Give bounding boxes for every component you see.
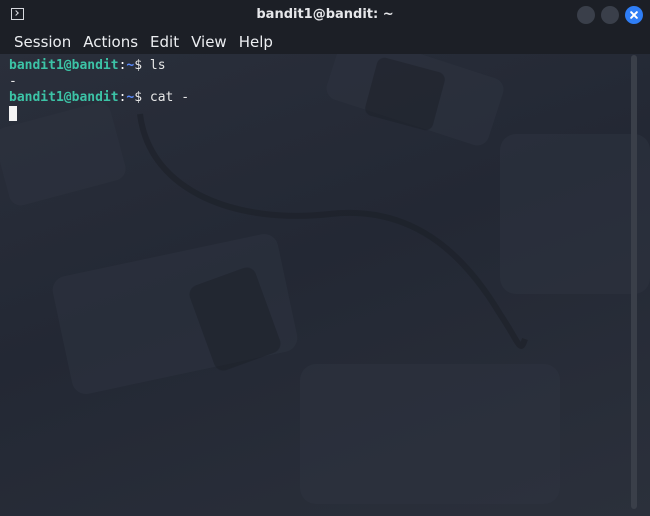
menu-actions[interactable]: Actions	[77, 30, 144, 54]
title-bar[interactable]: bandit1@bandit: ~	[0, 0, 650, 30]
window-title: bandit1@bandit: ~	[256, 7, 394, 22]
minimize-button[interactable]	[577, 6, 595, 24]
maximize-button[interactable]	[601, 6, 619, 24]
terminal-line	[9, 106, 189, 123]
command-text: cat -	[142, 90, 190, 105]
close-button[interactable]	[625, 6, 643, 24]
terminal-line: -	[9, 74, 17, 89]
terminal-area[interactable]: bandit1@bandit:~$ ls - bandit1@bandit:~$ c…	[0, 54, 650, 516]
terminal-line: bandit1@bandit:~$ ls	[9, 58, 189, 74]
prompt-user: bandit1@bandit	[9, 90, 119, 105]
prompt-symbol: $	[134, 58, 143, 73]
menu-bar: Session Actions Edit View Help	[0, 30, 650, 54]
terminal-window: bandit1@bandit: ~ Session Actions Edit V…	[0, 0, 650, 516]
menu-edit[interactable]: Edit	[144, 30, 185, 54]
prompt-user: bandit1@bandit	[9, 58, 119, 73]
menu-view[interactable]: View	[185, 30, 233, 54]
menu-session[interactable]: Session	[8, 30, 77, 54]
command-text: ls	[142, 58, 166, 73]
terminal-line: bandit1@bandit:~$ cat -	[9, 90, 189, 106]
prompt-symbol: $	[134, 90, 143, 105]
wallpaper-background	[0, 54, 650, 504]
scrollbar[interactable]	[631, 55, 637, 509]
menu-help[interactable]: Help	[233, 30, 279, 54]
text-cursor	[9, 106, 17, 121]
terminal-output: bandit1@bandit:~$ ls - bandit1@bandit:~$ c…	[9, 58, 189, 123]
